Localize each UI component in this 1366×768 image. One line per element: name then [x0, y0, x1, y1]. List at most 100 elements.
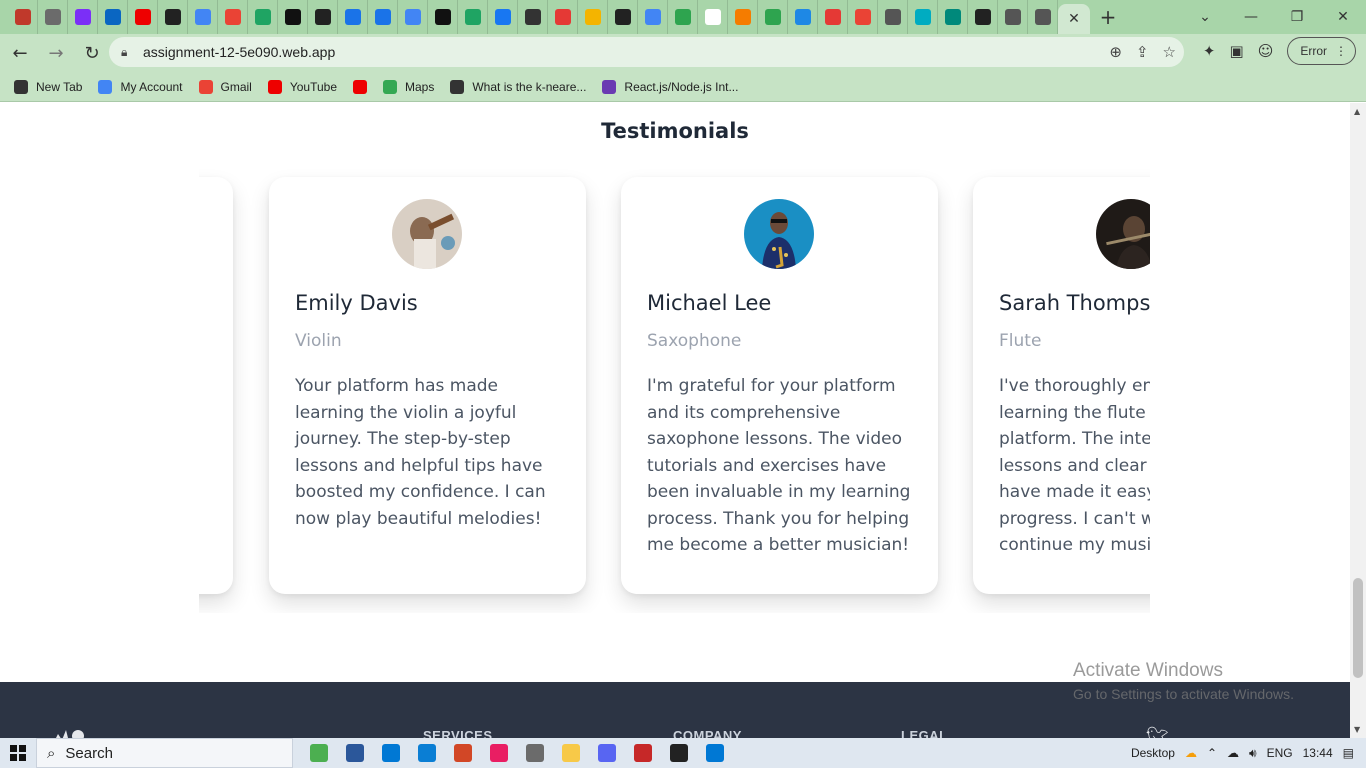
lock-icon[interactable]: 🔒︎: [121, 45, 137, 60]
volume-icon[interactable]: 🔊︎: [1249, 746, 1257, 761]
address-bar[interactable]: 🔒︎ assignment-12-5e090.web.app ⊕ ⇪ ☆: [109, 37, 1184, 67]
taskbar-app[interactable]: [481, 738, 517, 768]
browser-tab[interactable]: [428, 0, 458, 34]
browser-tab[interactable]: [998, 0, 1028, 34]
taskbar-app[interactable]: [517, 738, 553, 768]
reload-button[interactable]: ↻: [76, 37, 108, 69]
url-text[interactable]: assignment-12-5e090.web.app: [143, 44, 335, 60]
browser-tab[interactable]: [578, 0, 608, 34]
browser-tab[interactable]: [818, 0, 848, 34]
chevron-up-icon[interactable]: ⌃: [1207, 746, 1217, 760]
google-icon: [98, 79, 113, 94]
browser-tab[interactable]: [788, 0, 818, 34]
browser-tab[interactable]: [968, 0, 998, 34]
bookmark-item[interactable]: My Account: [98, 79, 183, 94]
browser-tab[interactable]: [158, 0, 188, 34]
error-button[interactable]: Error ⋮: [1287, 37, 1356, 65]
browser-tab[interactable]: [38, 0, 68, 34]
taskbar-app[interactable]: [625, 738, 661, 768]
extensions-puzzle-icon[interactable]: ✦: [1203, 42, 1216, 60]
browser-tab[interactable]: [8, 0, 38, 34]
bookmark-item[interactable]: React.js/Node.js Int...: [602, 79, 738, 94]
testimonial-quote: Your platform has made learning the viol…: [295, 376, 546, 529]
browser-tab[interactable]: [488, 0, 518, 34]
browser-tab[interactable]: [758, 0, 788, 34]
browser-tab[interactable]: [638, 0, 668, 34]
browser-tab[interactable]: [848, 0, 878, 34]
browser-tab[interactable]: [218, 0, 248, 34]
scrollbar-thumb[interactable]: [1353, 578, 1363, 678]
taskbar-app[interactable]: [661, 738, 697, 768]
taskbar-app[interactable]: [553, 738, 589, 768]
taskbar-app[interactable]: [589, 738, 625, 768]
browser-tab[interactable]: [698, 0, 728, 34]
twitter-icon[interactable]: 🐦︎: [1146, 726, 1169, 738]
browser-tab[interactable]: [368, 0, 398, 34]
network-icon[interactable]: ☁: [1227, 746, 1239, 760]
browser-tab[interactable]: [878, 0, 908, 34]
browser-tab[interactable]: [908, 0, 938, 34]
side-panel-icon[interactable]: ▣: [1230, 42, 1244, 60]
browser-tab[interactable]: [68, 0, 98, 34]
browser-tab[interactable]: [938, 0, 968, 34]
restore-button[interactable]: ❐: [1274, 2, 1320, 32]
notification-icon[interactable]: ▤: [1343, 746, 1354, 760]
avatar: [392, 199, 462, 269]
weather-icon[interactable]: ☁: [1185, 746, 1197, 760]
footer-logo-icon[interactable]: [48, 726, 98, 738]
gmail-icon: [198, 79, 213, 94]
more-menu-icon[interactable]: ⋮: [1335, 44, 1347, 58]
close-window-button[interactable]: ✕: [1320, 2, 1366, 32]
browser-tab[interactable]: [608, 0, 638, 34]
store-icon: [526, 744, 544, 762]
browser-tab[interactable]: [308, 0, 338, 34]
zoom-icon[interactable]: ⊕: [1109, 43, 1122, 61]
active-tab-close-button[interactable]: ✕: [1058, 4, 1090, 34]
bookmark-item[interactable]: [353, 79, 368, 94]
tab-favicon-icon: [344, 9, 361, 25]
profile-avatar[interactable]: ☺: [1258, 42, 1274, 60]
bookmark-item[interactable]: Maps: [383, 79, 434, 94]
bookmark-item[interactable]: YouTube: [267, 79, 337, 94]
browser-tab[interactable]: [248, 0, 278, 34]
taskbar-app[interactable]: [697, 738, 733, 768]
back-button[interactable]: ←: [4, 37, 36, 69]
browser-tab[interactable]: [548, 0, 578, 34]
browser-tab[interactable]: [188, 0, 218, 34]
browser-tab[interactable]: [1028, 0, 1058, 34]
page-scrollbar[interactable]: ▲ ▼: [1350, 103, 1366, 738]
browser-tab[interactable]: [278, 0, 308, 34]
testimonials-carousel[interactable]: Emily Davis Violin Your platform has mad…: [199, 163, 1150, 613]
taskbar-app[interactable]: [373, 738, 409, 768]
language-indicator[interactable]: ENG: [1267, 746, 1293, 760]
clock[interactable]: 13:44: [1303, 746, 1333, 760]
browser-tab[interactable]: [728, 0, 758, 34]
bookmark-item[interactable]: Gmail: [198, 79, 252, 94]
taskbar-app[interactable]: [445, 738, 481, 768]
tab-search-chevron-icon[interactable]: ⌄: [1182, 2, 1228, 32]
browser-tab[interactable]: [338, 0, 368, 34]
scroll-down-icon[interactable]: ▼: [1354, 725, 1360, 734]
forward-button[interactable]: →: [40, 37, 72, 69]
taskbar-search[interactable]: ⌕ Search: [36, 738, 293, 768]
share-icon[interactable]: ⇪: [1136, 43, 1149, 61]
browser-tab[interactable]: [98, 0, 128, 34]
browser-tab[interactable]: [518, 0, 548, 34]
scroll-up-icon[interactable]: ▲: [1354, 107, 1360, 116]
taskbar-app[interactable]: [301, 738, 337, 768]
minimize-button[interactable]: —: [1228, 2, 1274, 32]
browser-tab[interactable]: [128, 0, 158, 34]
browser-tab[interactable]: [458, 0, 488, 34]
taskbar-app[interactable]: [409, 738, 445, 768]
tab-favicon-icon: [104, 9, 121, 25]
desktop-toolbar-label[interactable]: Desktop: [1131, 746, 1175, 760]
browser-tab[interactable]: [398, 0, 428, 34]
windows-activation-watermark: Activate Windows Go to Settings to activ…: [1073, 660, 1294, 702]
bookmark-item[interactable]: What is the k-neare...: [450, 79, 586, 94]
taskbar-app[interactable]: [337, 738, 373, 768]
start-button[interactable]: [0, 738, 36, 768]
browser-tab[interactable]: [668, 0, 698, 34]
bookmark-star-icon[interactable]: ☆: [1163, 43, 1176, 61]
bookmark-item[interactable]: New Tab: [14, 79, 82, 94]
new-tab-button[interactable]: +: [1090, 0, 1126, 34]
